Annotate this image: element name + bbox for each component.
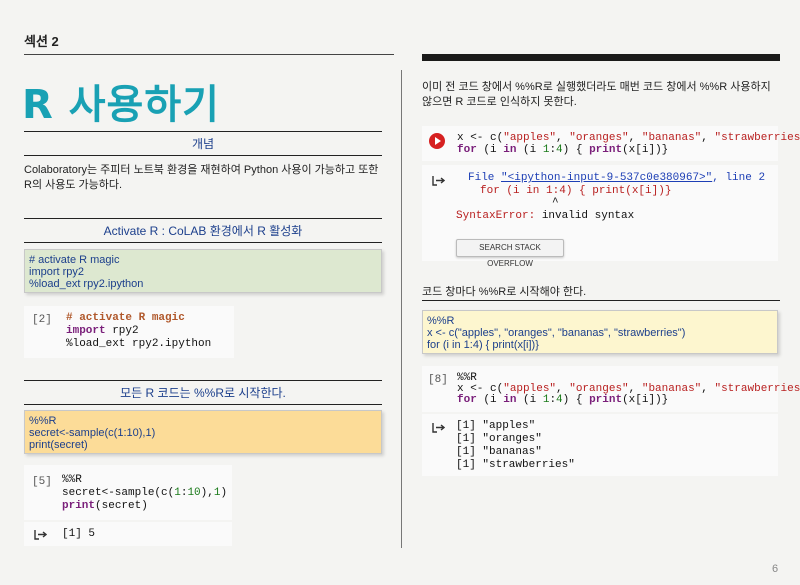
- page-number: 6: [772, 563, 779, 575]
- output-arrow-icon: [432, 423, 445, 433]
- cell-number: [5]: [32, 476, 52, 488]
- code-line: for (i in (i 1:4) { print(x[i])}: [457, 394, 669, 406]
- output-line: [1] "oranges": [456, 433, 542, 445]
- note-line: secret<-sample(c(1:10),1): [29, 427, 156, 439]
- note-line: %%R: [427, 315, 455, 327]
- each-cell-rule: [422, 300, 780, 301]
- concept-body: Colaboratory는 주피터 노트북 환경을 재현하여 Python 사용…: [24, 164, 379, 191]
- error-code-cell[interactable]: x <- c("apples", "oranges", "bananas", "…: [422, 126, 800, 161]
- output-arrow-icon: [34, 530, 47, 540]
- cell-number: [8]: [428, 374, 448, 386]
- note-line: # activate R magic: [29, 254, 120, 266]
- column-divider: [401, 70, 402, 548]
- note-line: %load_ext rpy2.ipython: [29, 278, 144, 290]
- cell-number: [2]: [32, 314, 52, 326]
- code-line: %%R: [62, 474, 82, 486]
- output-line: [1] "bananas": [456, 446, 542, 458]
- activate-heading: Activate R : CoLAB 환경에서 R 활성화: [24, 218, 382, 243]
- code-line: import rpy2: [66, 325, 139, 337]
- start-code-cell[interactable]: [5] %%R secret<-sample(c(1:10),1) print(…: [24, 465, 232, 520]
- start-output-cell: [1] 5: [24, 522, 232, 546]
- concept-heading: 개념: [24, 131, 382, 156]
- code-line: for (i in (i 1:4) { print(x[i])}: [457, 144, 669, 156]
- error-caret: ^: [552, 197, 559, 209]
- page-title: R 사용하기: [22, 82, 220, 128]
- header-rule: [24, 54, 394, 55]
- each-cell-code-cell[interactable]: [8] %%R x <- c("apples", "oranges", "ban…: [422, 366, 800, 412]
- error-message: SyntaxError: invalid syntax: [456, 210, 635, 222]
- each-cell-note-box: %%R x <- c("apples", "oranges", "bananas…: [422, 310, 778, 354]
- code-line: # activate R magic: [66, 312, 185, 324]
- note-line: %%R: [29, 415, 57, 427]
- search-stack-overflow-button[interactable]: SEARCH STACK OVERFLOW: [456, 239, 564, 268]
- activate-code-cell[interactable]: [2] # activate R magic import rpy2 %load…: [24, 306, 234, 358]
- error-file-link[interactable]: "<ipython-input-9-537c0e380967>": [501, 172, 712, 184]
- each-cell-heading: 코드 창마다 %%R로 시작해야 한다.: [422, 286, 587, 298]
- output-line: [1] 5: [62, 528, 96, 540]
- code-line: %load_ext rpy2.ipython: [66, 338, 212, 350]
- right-intro-text: 이미 전 코드 창에서 %%R로 실행했더라도 매번 코드 창에서 %%R 사용…: [422, 81, 771, 108]
- output-line: [1] "strawberries": [456, 459, 575, 471]
- note-line: print(secret): [29, 439, 88, 451]
- error-code-line: for (i in 1:4) { print(x[i])}: [480, 185, 672, 197]
- run-button[interactable]: [429, 133, 445, 149]
- output-line: [1] "apples": [456, 420, 536, 432]
- output-arrow-icon: [432, 176, 445, 186]
- code-line: print(secret): [62, 500, 148, 512]
- each-cell-output-cell: [1] "apples" [1] "oranges" [1] "bananas"…: [422, 414, 778, 476]
- note-line: import rpy2: [29, 266, 85, 278]
- activate-note-box: # activate R magic import rpy2 %load_ext…: [24, 249, 382, 293]
- start-note-box: %%R secret<-sample(c(1:10),1) print(secr…: [24, 410, 382, 454]
- note-line: for (i in 1:4) { print(x[i])}: [427, 339, 539, 351]
- section-label: 섹션 2: [24, 34, 59, 49]
- header-bar: [422, 54, 780, 61]
- note-line: x <- c("apples", "oranges", "bananas", "…: [427, 327, 686, 339]
- error-file-line: File "<ipython-input-9-537c0e380967>", l…: [468, 172, 766, 184]
- start-heading: 모든 R 코드는 %%R로 시작한다.: [24, 380, 382, 405]
- code-line: secret<-sample(c(1:10),1): [62, 487, 228, 499]
